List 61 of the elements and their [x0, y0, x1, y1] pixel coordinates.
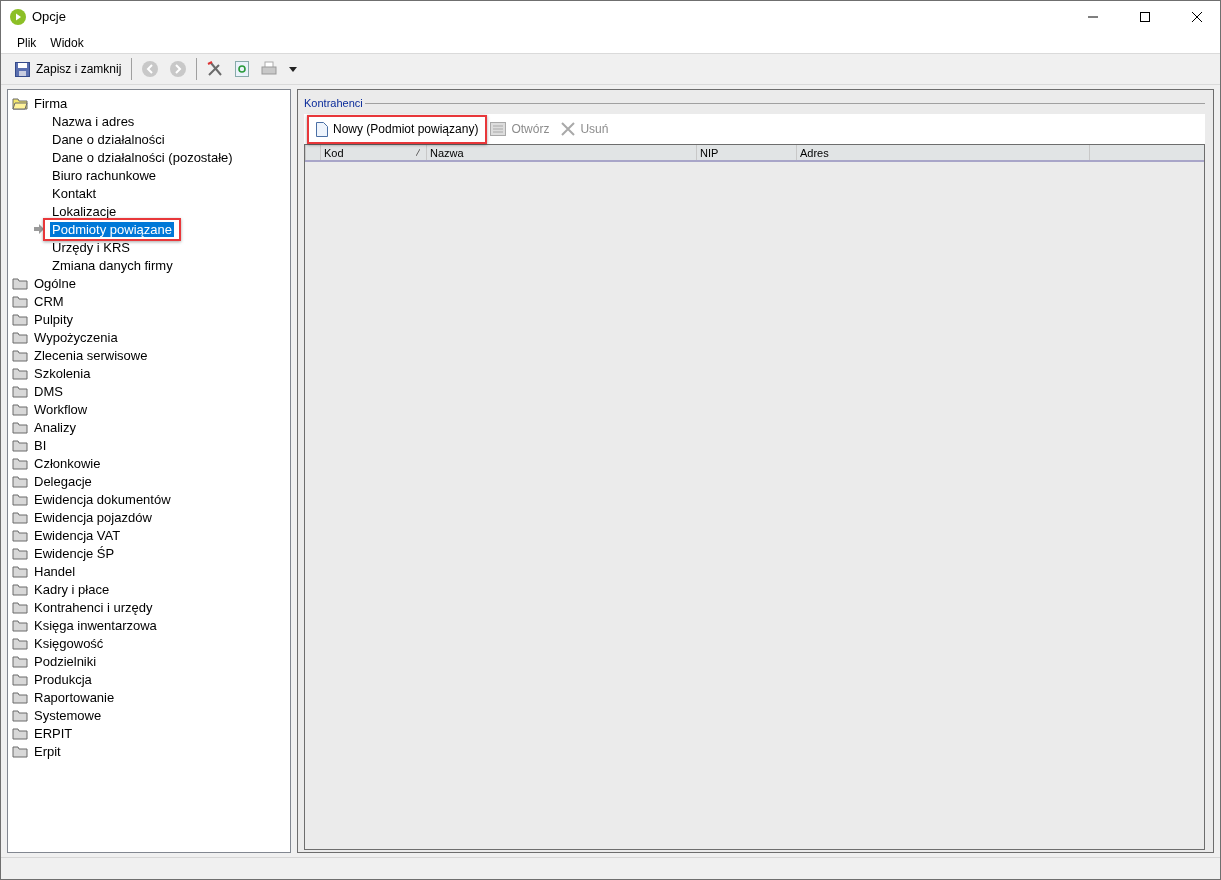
column-header[interactable]: Nazwa [430, 146, 464, 159]
tree-item[interactable]: CRM [32, 293, 66, 309]
tree-item[interactable]: Produkcja [32, 671, 94, 687]
tree-item[interactable]: Ogólne [32, 275, 78, 291]
window-title: Opcje [32, 9, 67, 24]
tree-item[interactable]: Systemowe [32, 707, 104, 723]
tree-item[interactable]: Ewidencja dokumentów [32, 491, 173, 507]
tree-item[interactable]: Delegacje [32, 473, 94, 489]
tree-item[interactable]: Firma [32, 95, 70, 111]
sort-icon [416, 149, 420, 156]
tree-item[interactable]: Nazwa i adres [50, 113, 137, 129]
action-button[interactable]: Nowy (Podmiot powiązany) [312, 119, 483, 139]
tree-item[interactable]: Zlecenia serwisowe [32, 347, 150, 363]
caret-icon [289, 66, 298, 72]
menu-item[interactable]: Plik [11, 33, 43, 52]
close-icon [1192, 11, 1202, 22]
form-icon [490, 122, 507, 136]
printer-icon [261, 61, 278, 77]
tree-item[interactable]: Dane o działalności [50, 131, 167, 147]
arrow-icon [34, 224, 44, 234]
tree-item[interactable]: Szkolenia [32, 365, 93, 381]
tree-item[interactable]: Pulpity [32, 311, 76, 327]
document-icon [316, 121, 328, 137]
close-icon [561, 122, 576, 136]
tree-item[interactable]: BI [32, 437, 49, 453]
column-header[interactable]: Kod [324, 146, 344, 159]
tree-item[interactable]: Lokalizacje [50, 203, 119, 219]
back-icon [142, 61, 159, 77]
tree-item[interactable]: Ewidencje ŚP [32, 545, 117, 561]
forward-icon [170, 61, 187, 77]
tree-item[interactable]: Podzielniki [32, 653, 99, 669]
tree-item[interactable]: Biuro rachunkowe [50, 167, 159, 183]
tree-item[interactable]: Workflow [32, 401, 90, 417]
tree-item[interactable]: ERPIT [32, 725, 75, 741]
tree-item[interactable]: Urzędy i KRS [50, 239, 133, 255]
tree-item[interactable]: Ewidencja pojazdów [32, 509, 154, 525]
tree-item[interactable]: Kadry i płace [32, 581, 112, 597]
tree-item[interactable]: DMS [32, 383, 65, 399]
save-button[interactable]: Zapisz i zamknij [11, 56, 126, 82]
tree-item[interactable]: Księgowość [32, 635, 106, 651]
tree-item[interactable]: Kontakt [50, 185, 99, 201]
tree-item[interactable]: Handel [32, 563, 78, 579]
tree-item[interactable]: Podmioty powiązane [50, 221, 174, 237]
column-header[interactable]: Adres [800, 146, 829, 159]
tree-item[interactable]: Członkowie [32, 455, 103, 471]
tree-item[interactable]: Wypożyczenia [32, 329, 120, 345]
tools-icon [207, 61, 224, 77]
tree-item[interactable]: Księga inwentarzowa [32, 617, 159, 633]
tree-item[interactable]: Ewidencja VAT [32, 527, 123, 543]
tree-item[interactable]: Raportowanie [32, 689, 117, 705]
tree-item[interactable]: Kontrahenci i urzędy [32, 599, 155, 615]
maximize-icon [1140, 11, 1150, 22]
column-header[interactable]: NIP [700, 146, 719, 159]
play-icon [10, 8, 26, 25]
tree-item[interactable]: Dane o działalności (pozostałe) [50, 149, 235, 165]
group-title: Kontrahenci [304, 97, 363, 109]
tree-item[interactable]: Analizy [32, 419, 78, 435]
menu-item[interactable]: Widok [44, 33, 90, 52]
refresh-icon [235, 61, 250, 77]
tree-item[interactable]: Erpit [32, 743, 63, 759]
tree-item[interactable]: Zmiana danych firmy [50, 257, 175, 273]
